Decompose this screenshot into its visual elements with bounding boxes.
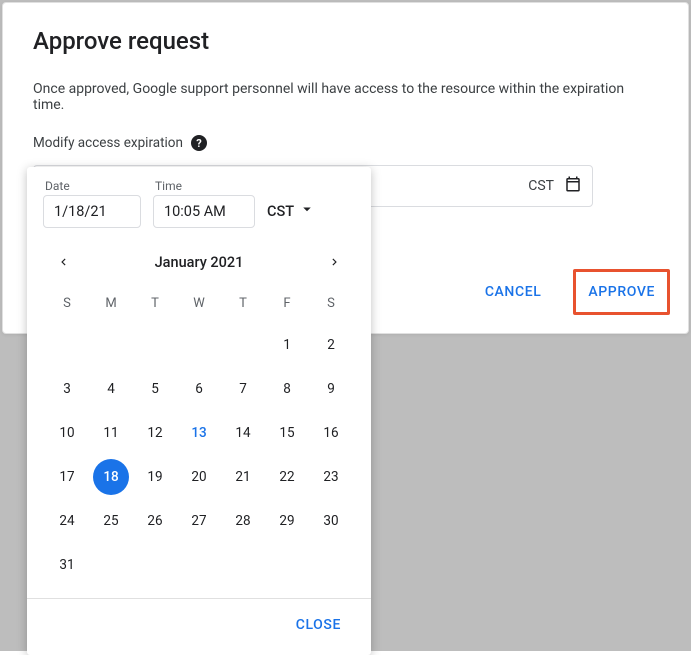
timezone-value: CST bbox=[267, 203, 294, 220]
day-of-week: T bbox=[133, 288, 177, 320]
datepicker-popup: Date Time CST January 2021 SMTWTFS123456… bbox=[27, 167, 371, 655]
month-title: January 2021 bbox=[155, 254, 244, 271]
help-icon[interactable]: ? bbox=[191, 135, 207, 151]
day-empty bbox=[133, 326, 177, 364]
chevron-left-icon bbox=[56, 255, 70, 269]
modify-expiration-label: Modify access expiration bbox=[33, 135, 183, 151]
calendar-icon[interactable] bbox=[564, 175, 582, 197]
dialog-description: Once approved, Google support personnel … bbox=[33, 81, 658, 113]
timezone-select[interactable]: CST bbox=[267, 200, 316, 228]
day-cell[interactable]: 29 bbox=[265, 502, 309, 540]
time-field: Time bbox=[153, 179, 255, 228]
day-cell[interactable]: 9 bbox=[309, 370, 353, 408]
next-month-button[interactable] bbox=[321, 248, 349, 276]
day-cell[interactable]: 4 bbox=[89, 370, 133, 408]
timezone-display: CST bbox=[528, 178, 554, 194]
dialog-actions: CANCEL APPROVE bbox=[473, 269, 670, 315]
day-cell[interactable]: 18 bbox=[89, 458, 133, 496]
day-empty bbox=[45, 326, 89, 364]
day-cell[interactable]: 19 bbox=[133, 458, 177, 496]
day-cell[interactable]: 13 bbox=[177, 414, 221, 452]
day-empty bbox=[177, 326, 221, 364]
day-cell[interactable]: 12 bbox=[133, 414, 177, 452]
day-cell[interactable]: 22 bbox=[265, 458, 309, 496]
cancel-button[interactable]: CANCEL bbox=[473, 276, 554, 308]
dialog-title: Approve request bbox=[33, 27, 658, 55]
day-empty bbox=[221, 326, 265, 364]
day-of-week: S bbox=[309, 288, 353, 320]
day-of-week: T bbox=[221, 288, 265, 320]
day-cell[interactable]: 28 bbox=[221, 502, 265, 540]
day-cell[interactable]: 8 bbox=[265, 370, 309, 408]
day-cell[interactable]: 6 bbox=[177, 370, 221, 408]
day-cell[interactable]: 16 bbox=[309, 414, 353, 452]
prev-month-button[interactable] bbox=[49, 248, 77, 276]
day-cell[interactable]: 3 bbox=[45, 370, 89, 408]
day-cell[interactable]: 17 bbox=[45, 458, 89, 496]
datepicker-actions: CLOSE bbox=[27, 598, 371, 655]
day-of-week: F bbox=[265, 288, 309, 320]
day-of-week: S bbox=[45, 288, 89, 320]
day-cell[interactable]: 10 bbox=[45, 414, 89, 452]
day-cell[interactable]: 14 bbox=[221, 414, 265, 452]
datepicker-inputs: Date Time CST bbox=[27, 179, 371, 234]
day-of-week: W bbox=[177, 288, 221, 320]
calendar-grid: SMTWTFS123456789101112131415161718192021… bbox=[27, 282, 371, 598]
chevron-right-icon bbox=[328, 255, 342, 269]
day-cell[interactable]: 11 bbox=[89, 414, 133, 452]
modify-expiration-row: Modify access expiration ? bbox=[33, 135, 658, 151]
date-field: Date bbox=[43, 179, 141, 228]
month-nav: January 2021 bbox=[27, 234, 371, 282]
chevron-down-icon bbox=[298, 200, 316, 222]
day-cell[interactable]: 7 bbox=[221, 370, 265, 408]
date-label: Date bbox=[43, 179, 141, 193]
day-empty bbox=[89, 326, 133, 364]
close-button[interactable]: CLOSE bbox=[284, 609, 353, 641]
approve-button[interactable]: APPROVE bbox=[586, 280, 657, 304]
time-input[interactable] bbox=[153, 195, 255, 228]
day-cell[interactable]: 25 bbox=[89, 502, 133, 540]
day-cell[interactable]: 27 bbox=[177, 502, 221, 540]
day-cell[interactable]: 21 bbox=[221, 458, 265, 496]
time-label: Time bbox=[153, 179, 255, 193]
day-cell[interactable]: 2 bbox=[309, 326, 353, 364]
day-of-week: M bbox=[89, 288, 133, 320]
approve-highlight: APPROVE bbox=[573, 269, 670, 315]
day-cell[interactable]: 24 bbox=[45, 502, 89, 540]
day-cell[interactable]: 26 bbox=[133, 502, 177, 540]
day-cell[interactable]: 1 bbox=[265, 326, 309, 364]
date-input[interactable] bbox=[43, 195, 141, 228]
day-cell[interactable]: 30 bbox=[309, 502, 353, 540]
day-cell[interactable]: 23 bbox=[309, 458, 353, 496]
day-cell[interactable]: 20 bbox=[177, 458, 221, 496]
day-cell[interactable]: 5 bbox=[133, 370, 177, 408]
day-cell[interactable]: 31 bbox=[45, 546, 89, 584]
day-cell[interactable]: 15 bbox=[265, 414, 309, 452]
